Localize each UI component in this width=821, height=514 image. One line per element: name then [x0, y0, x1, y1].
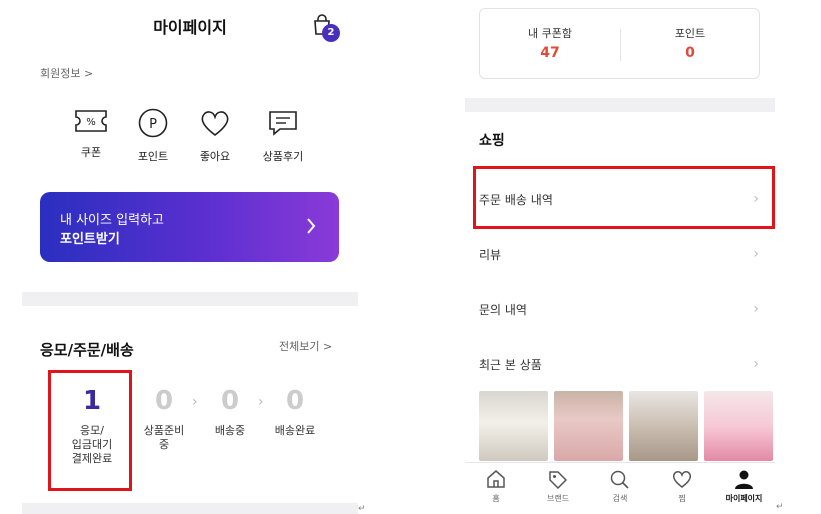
person-icon [735, 470, 753, 489]
section-divider [465, 98, 775, 112]
quick-item-label: 쿠폰 [80, 146, 102, 159]
heart-icon [201, 111, 229, 137]
product-thumbnail[interactable] [629, 391, 698, 461]
tag-icon [549, 471, 568, 489]
cart-count-badge: 2 [322, 24, 340, 42]
point-box[interactable]: 포인트 0 [620, 25, 760, 61]
quick-item-label: 상품후기 [262, 150, 304, 163]
search-icon [610, 470, 629, 489]
quick-menu: % 쿠폰 P 포인트 좋아요 상품후기 [52, 108, 342, 172]
summary-label: 포인트 [674, 27, 706, 40]
tab-label: 브랜드 [546, 494, 570, 503]
step-arrow-icon: › [258, 394, 264, 410]
order-step-preparing[interactable]: 0 상품준비 중 [134, 386, 194, 452]
see-all-link[interactable]: 전체보기 > [279, 338, 332, 354]
order-step-label: 배송완료 [274, 424, 316, 437]
menu-item-label: 리뷰 [479, 248, 502, 262]
highlight-box [48, 370, 132, 491]
section-divider [22, 292, 358, 306]
highlight-box [473, 166, 775, 229]
member-info-link[interactable]: 회원정보 > [40, 65, 93, 81]
summary-label: 내 쿠폰함 [528, 27, 572, 40]
menu-item-label: 최근 본 상품 [479, 358, 542, 372]
quick-item-point[interactable]: P 포인트 [118, 108, 188, 164]
section-divider [22, 503, 358, 514]
tab-label: 마이페이지 [725, 494, 763, 503]
order-step-shipping[interactable]: 0 배송중 [202, 386, 258, 438]
order-step-count: 0 [154, 386, 174, 416]
svg-text:P: P [149, 117, 157, 132]
home-icon [487, 470, 505, 488]
tab-home[interactable]: 홈 [465, 469, 527, 504]
chevron-right-icon: › [753, 356, 759, 372]
svg-text:%: % [86, 117, 96, 128]
size-input-banner[interactable]: 내 사이즈 입력하고 포인트받기 [40, 192, 339, 262]
shopping-bag-button[interactable]: 2 [312, 14, 342, 44]
right-panel: 내 쿠폰함 47 포인트 0 쇼핑 주문 배송 내역 › 리뷰 › 문의 내역 … [465, 0, 775, 514]
menu-item-review[interactable]: 리뷰 › [479, 246, 759, 266]
tab-mypage[interactable]: 마이페이지 [713, 469, 775, 504]
product-thumbnail[interactable] [704, 391, 773, 461]
return-mark: ↵ [776, 502, 784, 512]
order-step-count: 0 [220, 386, 240, 416]
menu-item-inquiry[interactable]: 문의 내역 › [479, 301, 759, 321]
shopping-section-title: 쇼핑 [479, 133, 505, 149]
coupon-icon: % [75, 110, 107, 132]
point-icon: P [138, 108, 168, 138]
quick-item-label: 포인트 [137, 150, 169, 163]
recent-products [479, 391, 773, 461]
chevron-right-icon [307, 218, 316, 234]
order-step-delivered[interactable]: 0 배송완료 [267, 386, 323, 438]
tab-wishlist[interactable]: 찜 [651, 469, 713, 504]
banner-line-2: 포인트받기 [60, 232, 120, 247]
product-thumbnail[interactable] [554, 391, 623, 461]
tab-label: 홈 [492, 494, 500, 503]
order-step-label: 배송중 [214, 424, 246, 437]
review-icon [269, 111, 297, 136]
page-title: 마이페이지 [153, 18, 227, 37]
tab-brand[interactable]: 브랜드 [527, 469, 589, 504]
chevron-right-icon: › [753, 246, 759, 262]
product-thumbnail[interactable] [479, 391, 548, 461]
order-step-count: 0 [285, 386, 305, 416]
order-step-label: 상품준비 중 [143, 424, 185, 451]
quick-item-coupon[interactable]: % 쿠폰 [56, 108, 126, 160]
coupon-box[interactable]: 내 쿠폰함 47 [480, 25, 620, 61]
tab-label: 검색 [612, 494, 628, 503]
menu-item-label: 문의 내역 [479, 303, 527, 317]
chevron-right-icon: › [753, 301, 759, 317]
tab-label: 찜 [678, 494, 686, 503]
summary-value: 47 [540, 45, 560, 61]
step-arrow-icon: › [192, 394, 198, 410]
banner-line-1: 내 사이즈 입력하고 [60, 213, 164, 228]
heart-icon [672, 471, 692, 488]
quick-item-review[interactable]: 상품후기 [248, 108, 318, 164]
summary-value: 0 [685, 45, 695, 61]
summary-card: 내 쿠폰함 47 포인트 0 [479, 8, 760, 79]
tab-search[interactable]: 검색 [589, 469, 651, 504]
return-mark: ↵ [358, 504, 366, 514]
quick-item-label: 좋아요 [199, 150, 231, 163]
quick-item-likes[interactable]: 좋아요 [180, 108, 250, 164]
menu-item-recent[interactable]: 최근 본 상품 › [479, 356, 759, 376]
bottom-tab-bar: 홈 브랜드 검색 찜 마이페이지 [465, 462, 775, 514]
orders-section-title: 응모/주문/배송 [40, 341, 134, 359]
